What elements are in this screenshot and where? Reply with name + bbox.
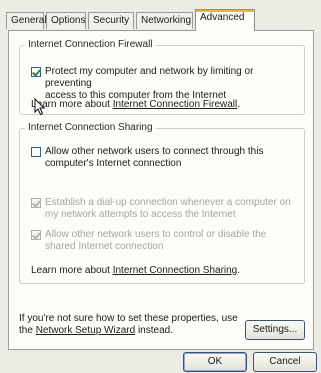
sharing-learn-more: Learn more about Internet Connection Sha… [31, 265, 240, 277]
allow-sharing-label[interactable]: Allow other network users to connect thr… [45, 146, 300, 170]
tab-options[interactable]: Options [46, 12, 86, 29]
settings-button[interactable]: Settings... [245, 320, 305, 340]
allow-sharing-checkbox[interactable] [31, 147, 41, 157]
advanced-panel: Internet Connection Firewall Protect my … [8, 30, 314, 350]
sharing-help-link[interactable]: Internet Connection Sharing [113, 265, 238, 276]
tab-networking[interactable]: Networking [136, 12, 193, 29]
properties-dialog: General Options Security Networking Adva… [0, 0, 321, 373]
wizard-hint-suffix: instead. [135, 325, 173, 336]
dialup-label: Establish a dial-up connection whenever … [45, 197, 300, 221]
dialup-line2: my network attempts to access the Intern… [45, 209, 236, 220]
wizard-hint-line2: the Network Setup Wizard instead. [19, 325, 238, 337]
control-sharing-line2: shared Internet connection [45, 241, 164, 252]
allow-sharing-line1: Allow other network users to connect thr… [45, 146, 264, 157]
control-sharing-line1: Allow other network users to control or … [45, 229, 267, 240]
mouse-pointer-icon [34, 98, 46, 116]
control-sharing-label: Allow other network users to control or … [45, 229, 300, 253]
network-setup-wizard-link[interactable]: Network Setup Wizard [36, 325, 135, 336]
tab-general[interactable]: General [6, 12, 47, 29]
firewall-learn-more: Learn more about Internet Connection Fir… [31, 99, 240, 111]
tab-security[interactable]: Security [88, 12, 134, 29]
dialup-line1: Establish a dial-up connection whenever … [45, 197, 291, 208]
tab-advanced[interactable]: Advanced [195, 9, 255, 31]
sharing-learn-suffix: . [237, 265, 241, 276]
firewall-label-line1: Protect my computer and network by limit… [45, 66, 254, 89]
sharing-group-title: Internet Connection Sharing [25, 122, 156, 133]
sharing-learn-prefix: Learn more about [31, 265, 113, 276]
ok-button[interactable]: OK [183, 352, 247, 372]
wizard-hint: If you're not sure how to set these prop… [19, 313, 238, 337]
cancel-button[interactable]: Cancel [253, 352, 317, 372]
firewall-learn-suffix: . [237, 99, 241, 110]
firewall-group-title: Internet Connection Firewall [25, 39, 156, 50]
control-sharing-checkbox[interactable] [31, 230, 41, 240]
allow-sharing-line2: computer's Internet connection [45, 158, 182, 169]
dialup-checkbox[interactable] [31, 198, 41, 208]
firewall-help-link[interactable]: Internet Connection Firewall [113, 99, 238, 110]
firewall-checkbox[interactable] [31, 67, 41, 77]
wizard-hint-line1: If you're not sure how to set these prop… [19, 313, 238, 324]
wizard-hint-prefix: the [19, 325, 36, 336]
firewall-checkbox-label[interactable]: Protect my computer and network by limit… [45, 66, 300, 102]
